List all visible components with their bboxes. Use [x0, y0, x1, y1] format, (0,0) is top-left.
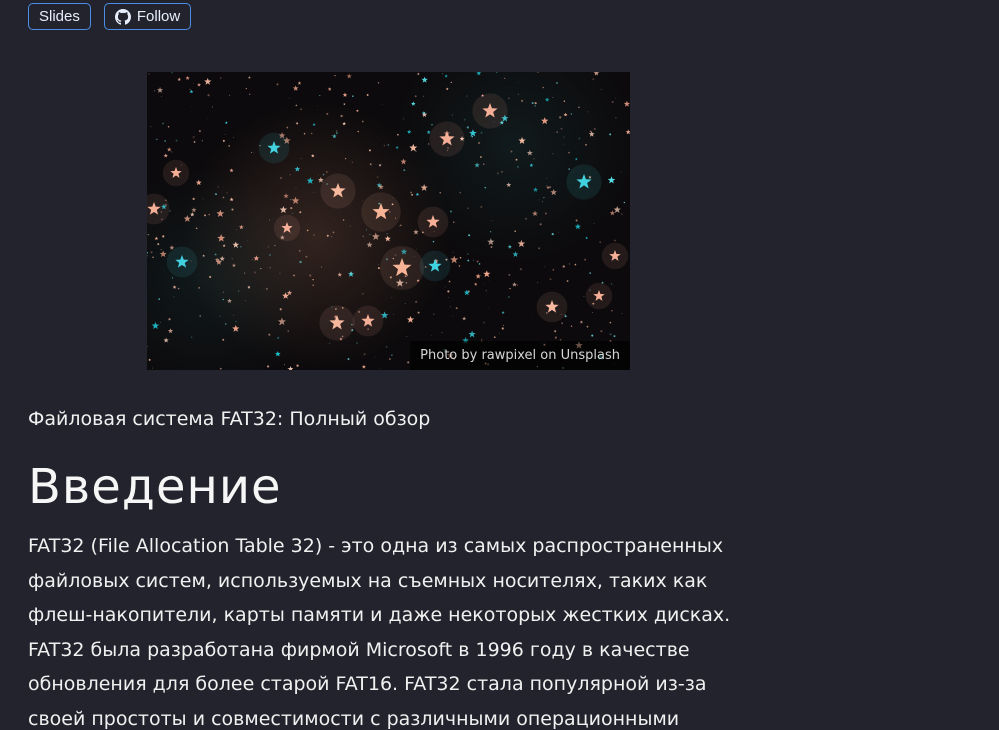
photo-credit: Photo by rawpixel on Unsplash	[410, 341, 630, 370]
follow-button[interactable]: Follow	[103, 3, 192, 30]
top-buttons: Slides Follow	[28, 3, 192, 30]
intro-paragraph: FAT32 (File Allocation Table 32) - это о…	[28, 535, 731, 730]
article-subtitle: Файловая система FAT32: Полный обзор	[28, 408, 431, 430]
article-page: Slides Follow Photo by rawpixel on Unspl…	[0, 0, 999, 730]
section-heading: Введение	[28, 459, 282, 515]
starfield-image	[147, 72, 630, 370]
github-icon	[114, 8, 131, 25]
slides-button-label: Slides	[39, 8, 80, 25]
hero-image: Photo by rawpixel on Unsplash	[147, 72, 630, 370]
follow-button-label: Follow	[136, 8, 181, 25]
slides-button[interactable]: Slides	[28, 3, 91, 30]
